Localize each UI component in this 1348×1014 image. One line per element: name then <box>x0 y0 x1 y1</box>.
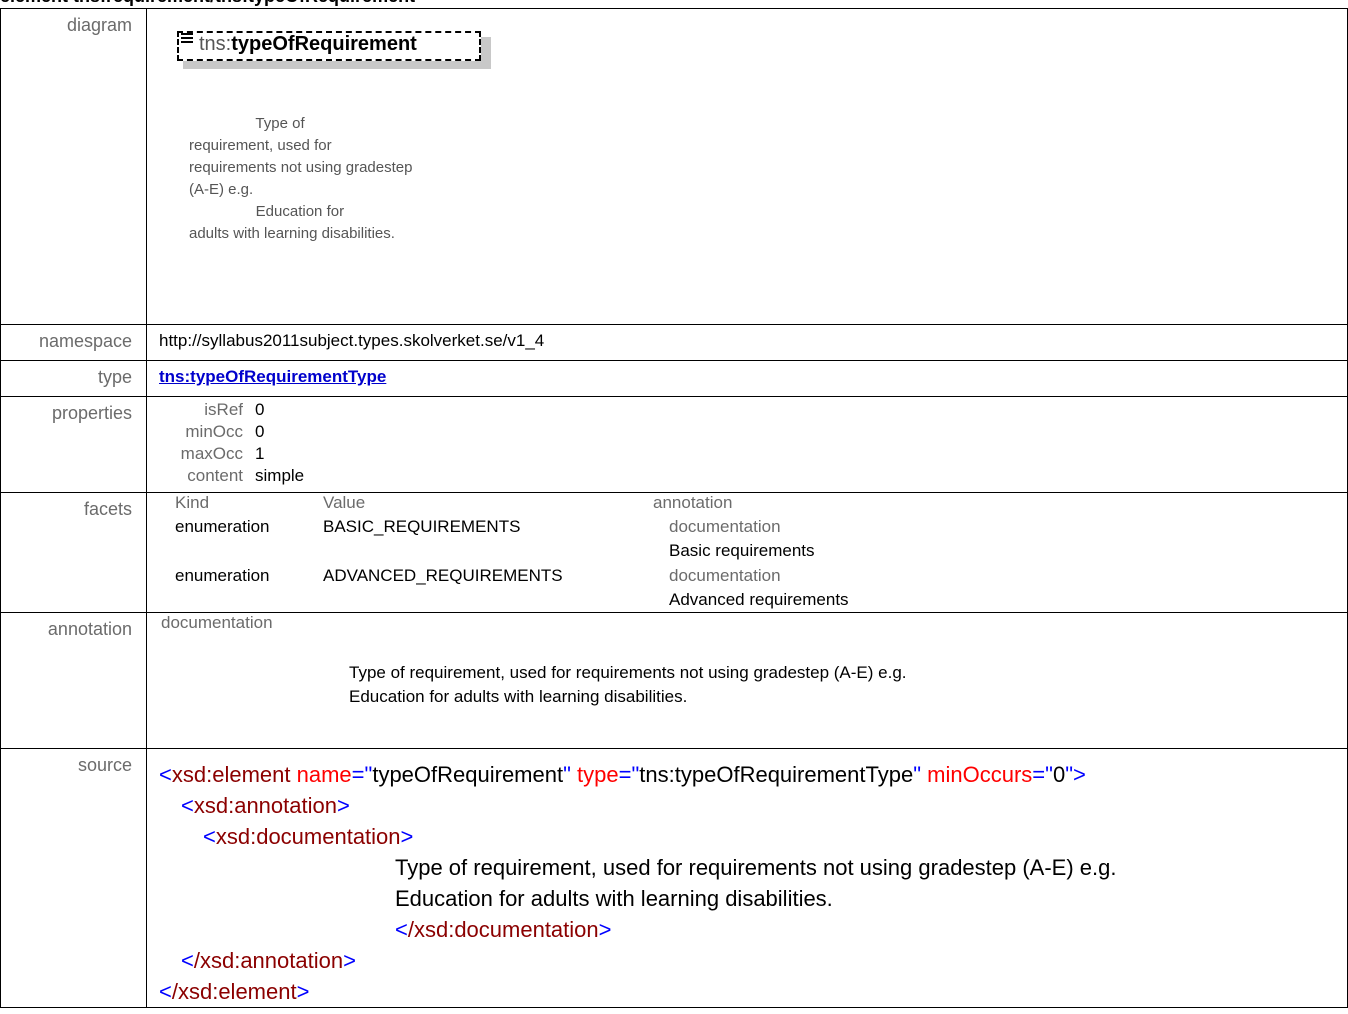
facets-row: facets Kind Value annotation enumeration… <box>0 492 1348 613</box>
namespace-row: namespace http://syllabus2011subject.typ… <box>0 324 1348 361</box>
facets-label: facets <box>0 492 147 613</box>
source-code: <xsd:element name="typeOfRequirement" ty… <box>159 759 1347 1007</box>
facets-header-value: Value <box>323 493 366 512</box>
type-link[interactable]: tns:typeOfRequirementType <box>159 367 386 386</box>
property-row: maxOcc 1 <box>147 443 304 465</box>
facet-value: BASIC_REQUIREMENTS <box>323 517 521 536</box>
facets-header-kind: Kind <box>175 493 210 512</box>
property-key: maxOcc <box>180 444 243 463</box>
type-cell: tns:typeOfRequirementType <box>146 360 1348 397</box>
annotation-doc-line: Education for adults with learning disab… <box>349 687 688 706</box>
property-row: content simple <box>147 465 304 487</box>
source-tag: /xsd:element <box>171 979 297 1004</box>
diagram-node-namespace: tns: <box>199 33 232 55</box>
source-tag: xsd:annotation <box>193 793 337 818</box>
diagram-node[interactable]: tns:typeOfRequirement <box>177 31 491 71</box>
property-row: isRef 0 <box>147 399 304 421</box>
namespace-label: namespace <box>0 324 147 361</box>
source-attr: minOccurs <box>927 762 1033 787</box>
annotation-doc-line: Type of requirement, used for requiremen… <box>349 663 907 682</box>
diagram-documentation: Type of requirement, used for requiremen… <box>189 115 413 242</box>
diagram-node-name: typeOfRequirement <box>231 33 417 55</box>
source-attr: type <box>577 762 619 787</box>
annotation-cell: documentation Type of requirement, used … <box>146 612 1348 749</box>
properties-label: properties <box>0 396 147 493</box>
source-line: </xsd:annotation> <box>181 948 356 973</box>
facet-doc-label: documentation <box>669 517 781 536</box>
source-line: </xsd:documentation> <box>395 917 612 942</box>
properties-table: isRef 0 minOcc 0 maxOcc 1 content simple <box>147 399 304 487</box>
property-row: minOcc 0 <box>147 421 304 443</box>
property-key: isRef <box>204 400 243 419</box>
source-cell: <xsd:element name="typeOfRequirement" ty… <box>146 748 1348 1008</box>
source-line: <xsd:element name="typeOfRequirement" ty… <box>159 762 1086 787</box>
annotation-doc-label: documentation <box>161 613 273 632</box>
property-value: 0 <box>255 400 265 419</box>
source-attr-value: tns:typeOfRequirementType <box>639 762 914 787</box>
facet-kind: enumeration <box>175 517 270 536</box>
source-line: <xsd:documentation> <box>203 824 414 849</box>
annotation-row: annotation documentation Type of require… <box>0 612 1348 749</box>
source-tag: /xsd:annotation <box>193 948 344 973</box>
source-attr: name <box>296 762 352 787</box>
property-value: 0 <box>255 422 265 441</box>
diagram-cell: tns:typeOfRequirement Type of requiremen… <box>146 8 1348 325</box>
facets-table: Kind Value annotation enumeration BASIC_… <box>147 493 1347 609</box>
facets-header-annotation: annotation <box>653 493 733 512</box>
source-line: Education for adults with learning disab… <box>395 886 833 911</box>
source-tag: xsd:documentation <box>215 824 401 849</box>
type-row: type tns:typeOfRequirementType <box>0 360 1348 397</box>
facet-value: ADVANCED_REQUIREMENTS <box>323 566 563 585</box>
annotation-label: annotation <box>0 612 147 749</box>
properties-row: properties isRef 0 minOcc 0 maxOcc 1 conten… <box>0 396 1348 493</box>
source-line: Type of requirement, used for requiremen… <box>395 855 1117 880</box>
source-line: <xsd:annotation> <box>181 793 350 818</box>
property-value: 1 <box>255 444 265 463</box>
namespace-value: http://syllabus2011subject.types.skolver… <box>146 324 1348 361</box>
element-table: diagram tns:typeOfRequirement Type of re… <box>0 8 1348 1008</box>
facets-cell: Kind Value annotation enumeration BASIC_… <box>146 492 1348 613</box>
source-tag: /xsd:documentation <box>407 917 599 942</box>
annotation-documentation: Type of requirement, used for requiremen… <box>349 661 1347 709</box>
source-row: source <xsd:element name="typeOfRequirem… <box>0 748 1348 1008</box>
facet-kind: enumeration <box>175 566 270 585</box>
diagram-node-label: tns:typeOfRequirement <box>199 33 417 56</box>
property-value: simple <box>255 466 305 485</box>
property-key: content <box>187 466 243 485</box>
diagram-row: diagram tns:typeOfRequirement Type of re… <box>0 8 1348 325</box>
source-attr-value: 0 <box>1052 762 1066 787</box>
properties-cell: isRef 0 minOcc 0 maxOcc 1 content simple <box>146 396 1348 493</box>
type-label: type <box>0 360 147 397</box>
source-line: </xsd:element> <box>159 979 310 1004</box>
facet-doc-label: documentation <box>669 566 781 585</box>
property-key: minOcc <box>185 422 243 441</box>
facet-doc: Advanced requirements <box>669 590 849 609</box>
annotation-lines-icon <box>181 33 193 43</box>
page-title: element tns:requirement/tns:typeOfRequir… <box>0 0 415 8</box>
facet-doc: Basic requirements <box>669 541 815 560</box>
source-tag: xsd:element <box>171 762 291 787</box>
source-label: source <box>0 748 147 1008</box>
source-attr-value: typeOfRequirement <box>372 762 564 787</box>
diagram-label: diagram <box>0 8 147 325</box>
